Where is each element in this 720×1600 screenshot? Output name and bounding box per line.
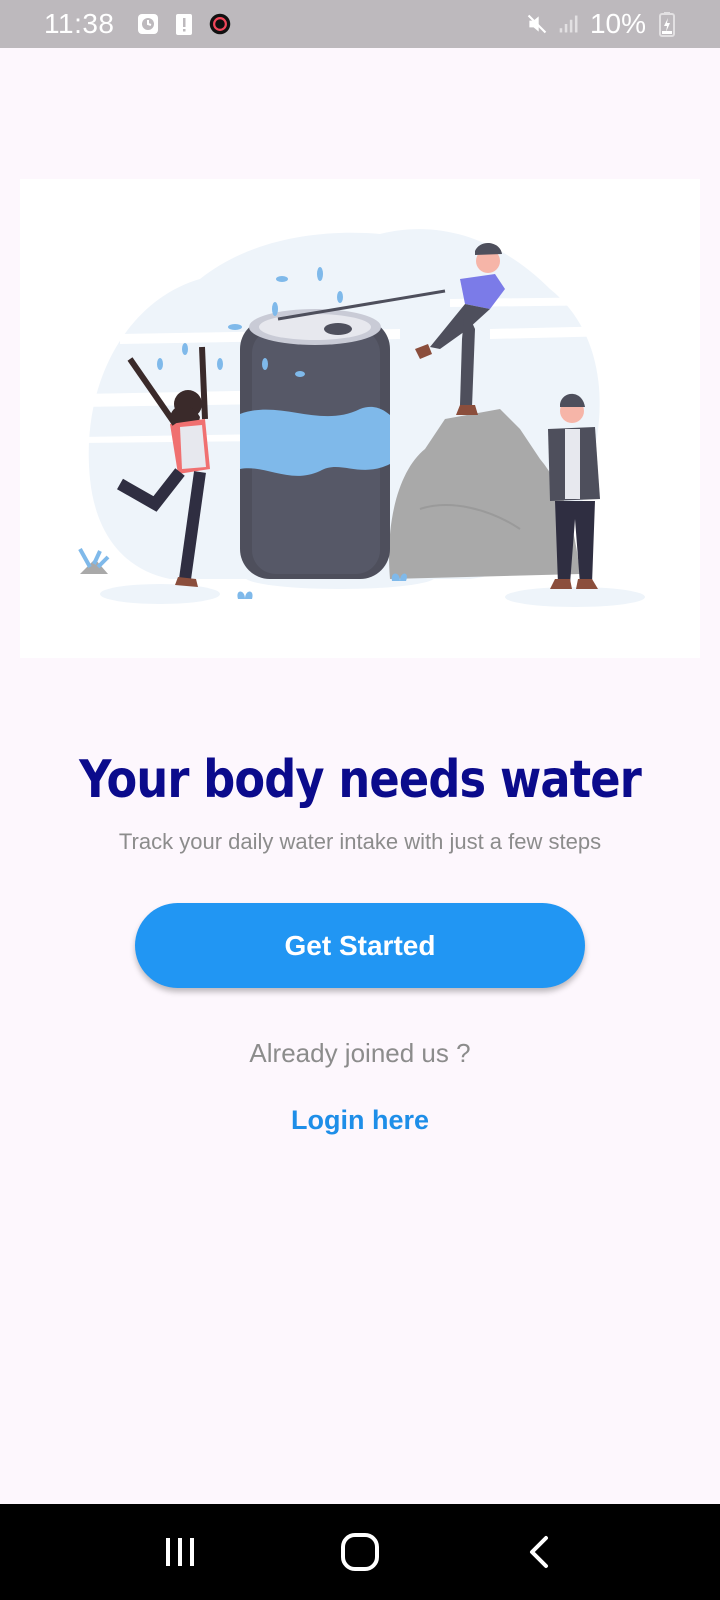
signal-icon [558, 13, 580, 35]
charging-battery-icon [656, 12, 678, 37]
login-link-row: Login here [0, 1105, 720, 1136]
record-icon [209, 13, 231, 35]
system-nav-bar [0, 1504, 720, 1600]
battery-percent: 10% [589, 8, 646, 39]
alarm-icon [137, 13, 159, 35]
already-joined-text: Already joined us ? [249, 1038, 471, 1068]
recent-apps-icon[interactable] [150, 1522, 210, 1582]
water-can-illustration [78, 229, 700, 607]
home-icon[interactable] [330, 1522, 390, 1582]
battery-alert-icon [173, 13, 195, 35]
back-icon[interactable] [510, 1522, 570, 1582]
status-left-icons [137, 13, 231, 35]
mute-icon [526, 13, 548, 35]
status-bar: 11:38 10% [0, 0, 720, 48]
login-here-link[interactable]: Login here [291, 1105, 429, 1135]
get-started-button[interactable]: Get Started [135, 903, 585, 988]
hero-illustration [20, 179, 700, 658]
page-subtitle: Track your daily water intake with just … [118, 829, 602, 854]
page-title: Your body needs water [79, 750, 642, 810]
status-right-icons: 10% [526, 0, 678, 48]
status-time: 11:38 [44, 8, 115, 39]
